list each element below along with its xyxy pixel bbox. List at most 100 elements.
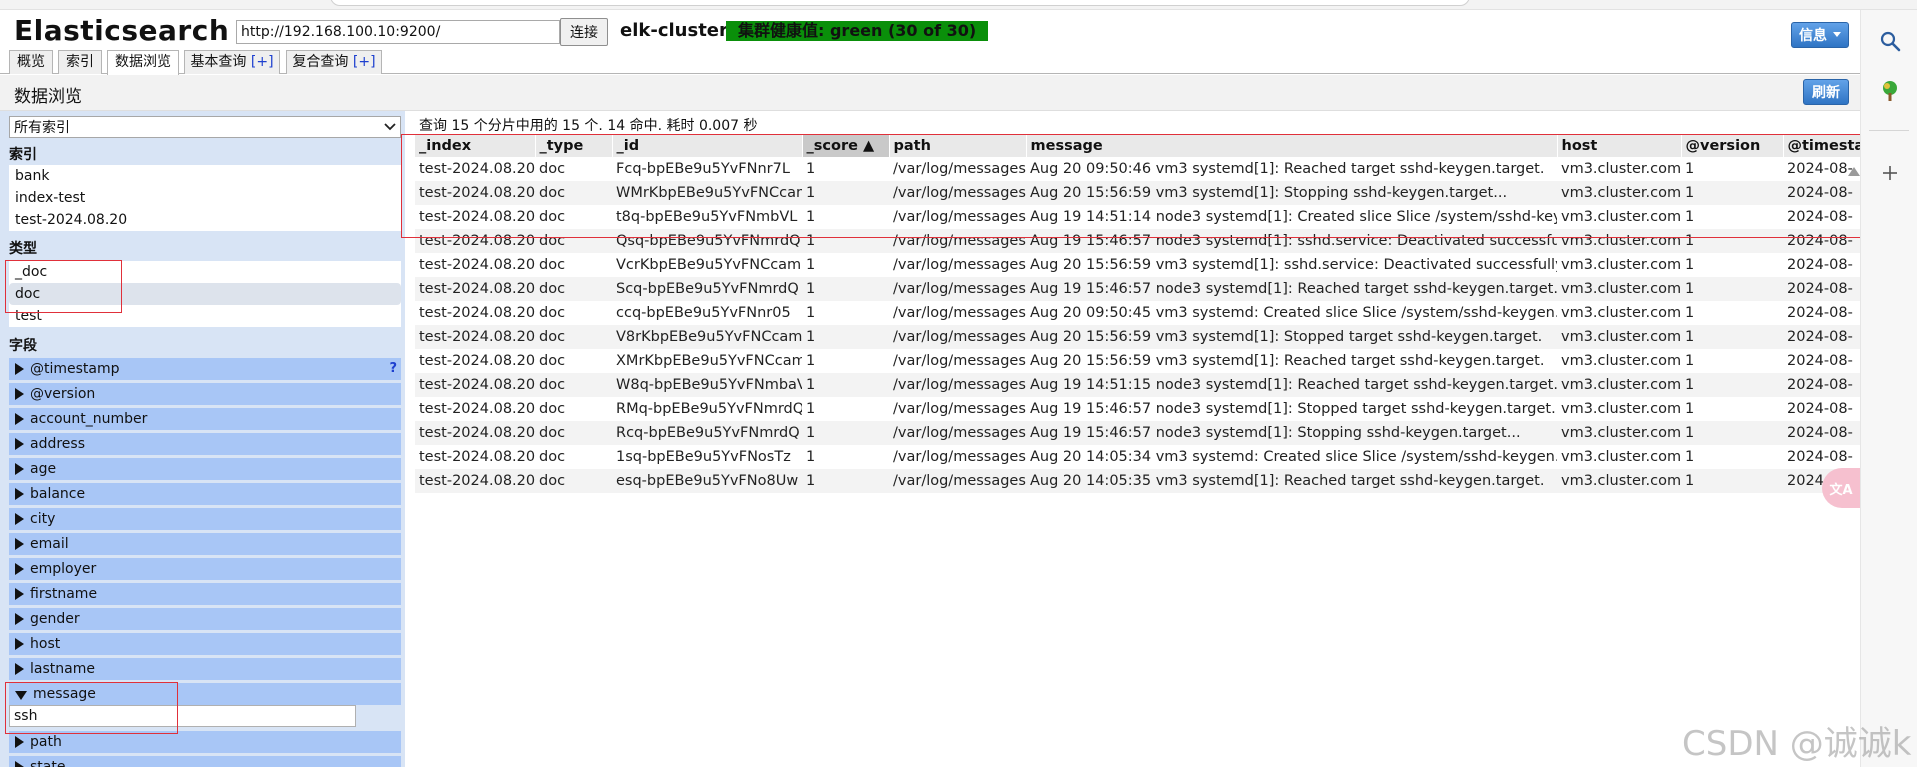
field-label: firstname xyxy=(30,586,98,602)
table-row[interactable]: test-2024.08.20 doc VcrKbpEBe9u5YvFNCcam 1/… xyxy=(415,253,1865,277)
column-header-index[interactable]: _index xyxy=(415,135,536,157)
table-row[interactable]: test-2024.08.20 doc Scq-bpEBe9u5YvFNmrdQ 1/… xyxy=(415,277,1865,301)
index-item[interactable]: test-2024.08.20 xyxy=(9,209,401,231)
tab-browser[interactable]: 数据浏览 xyxy=(107,50,179,75)
cell-message: Aug 19 15:46:57 node3 systemd[1]: Reache… xyxy=(1026,277,1557,301)
table-row[interactable]: test-2024.08.20 doc 1sq-bpEBe9u5YvFNosTz 1 /… xyxy=(415,445,1865,469)
cluster-health-badge: 集群健康值: green (30 of 30) xyxy=(726,21,989,41)
cell-version: 1 xyxy=(1681,277,1783,301)
cell-version: 1 xyxy=(1685,353,1695,369)
field-item[interactable]: employer xyxy=(9,558,401,580)
field-item[interactable]: @timestamp? xyxy=(9,358,401,380)
info-button[interactable]: 信息 xyxy=(1791,22,1849,48)
table-row[interactable]: test-2024.08.20 doc Rcq-bpEBe9u5YvFNmrdQ 1/… xyxy=(415,421,1865,445)
table-row[interactable]: test-2024.08.20 doc t8q-bpEBe9u5YvFNmbVL 1 /… xyxy=(415,205,1865,229)
field-item[interactable]: state xyxy=(9,756,401,767)
cell-timestamp: 2024-08- xyxy=(1783,325,1865,349)
table-row[interactable]: test-2024.08.20 doc RMq-bpEBe9u5YvFNmrdQ 1/… xyxy=(415,397,1865,421)
field-item[interactable]: host xyxy=(9,633,401,655)
message-filter-input[interactable] xyxy=(9,705,356,727)
collapse-arrow-icon xyxy=(15,690,27,700)
field-item[interactable]: account_number xyxy=(9,408,401,430)
type-item[interactable]: _doc xyxy=(9,261,401,283)
index-item[interactable]: bank xyxy=(9,165,401,187)
type-item[interactable]: test xyxy=(9,305,401,327)
column-header-host[interactable]: host xyxy=(1557,135,1682,157)
connect-button[interactable]: 连接 xyxy=(560,18,608,46)
field-item[interactable]: path xyxy=(9,731,401,753)
index-heading: 索引 xyxy=(9,147,37,163)
cell-timestamp: 2024-08- xyxy=(1787,401,1853,417)
tab-indices[interactable]: 索引 xyxy=(58,50,102,74)
field-item-message-open[interactable]: message xyxy=(9,683,401,705)
column-header-timestamp[interactable]: @timestamp xyxy=(1783,135,1866,157)
type-item-selected[interactable]: doc xyxy=(9,283,401,305)
cell-host: vm3.cluster.com xyxy=(1557,373,1681,397)
cell-type: doc xyxy=(535,421,612,445)
cell-id: Scq-bpEBe9u5YvFNmrdQ xyxy=(612,277,802,301)
tab-basic-query[interactable]: 基本查询 [+] xyxy=(184,50,280,74)
cell-version: 1 xyxy=(1681,181,1783,205)
column-header-type[interactable]: _type xyxy=(535,135,613,157)
tab-label: 索引 xyxy=(66,54,94,70)
search-icon[interactable] xyxy=(1877,28,1903,54)
table-row[interactable]: test-2024.08.20 doc Fcq-bpEBe9u5YvFNnr7L 1 /… xyxy=(415,157,1865,181)
cell-message: Aug 20 15:56:59 vm3 systemd[1]: Stopped … xyxy=(1026,325,1557,349)
cell-type: doc xyxy=(539,449,566,465)
column-header-score[interactable]: _score ▲ xyxy=(802,135,890,157)
field-item[interactable]: address xyxy=(9,433,401,455)
cell-message: Aug 20 09:50:45 vm3 systemd: Created sli… xyxy=(1030,305,1557,321)
cell-index: test-2024.08.20 xyxy=(415,421,535,445)
table-row[interactable]: test-2024.08.20 doc esq-bpEBe9u5YvFNo8Uw 1/… xyxy=(415,469,1865,493)
cell-host: vm3.cluster.com xyxy=(1557,277,1681,301)
field-label: age xyxy=(30,461,57,477)
field-item[interactable]: balance xyxy=(9,483,401,505)
field-heading: 字段 xyxy=(9,338,37,354)
help-icon[interactable]: ? xyxy=(389,358,397,380)
cell-version: 1 xyxy=(1681,325,1783,349)
field-item[interactable]: email xyxy=(9,533,401,555)
tab-compound-query[interactable]: 复合查询 [+] xyxy=(286,50,382,74)
field-label: state xyxy=(30,759,66,767)
column-header-message[interactable]: message xyxy=(1026,135,1558,157)
cluster-url-input[interactable] xyxy=(236,20,560,44)
field-item[interactable]: age xyxy=(9,458,401,480)
cell-id: Qsq-bpEBe9u5YvFNmrdQ xyxy=(612,229,802,253)
field-item[interactable]: @version xyxy=(9,383,401,405)
table-row[interactable]: test-2024.08.20 doc W8q-bpEBe9u5YvFNmbaV 1/… xyxy=(415,373,1865,397)
results-panel: 查询 15 个分片中用的 15 个. 14 命中. 耗时 0.007 秒 _in… xyxy=(405,111,1866,767)
translate-icon[interactable]: 文A xyxy=(1822,468,1860,508)
panel-divider xyxy=(1869,130,1909,131)
tab-overview[interactable]: 概览 xyxy=(9,50,53,74)
refresh-button[interactable]: 刷新 xyxy=(1803,79,1849,105)
table-row[interactable]: test-2024.08.20 doc XMrKbpEBe9u5YvFNCcam 1/… xyxy=(415,349,1865,373)
field-item[interactable]: city xyxy=(9,508,401,530)
table-row[interactable]: test-2024.08.20 doc ccq-bpEBe9u5YvFNnr05 1 /… xyxy=(415,301,1865,325)
cell-timestamp: 2024-08- xyxy=(1783,277,1865,301)
cell-index: test-2024.08.20 xyxy=(419,449,535,465)
cell-score: 1 xyxy=(802,277,889,301)
add-icon[interactable] xyxy=(1877,160,1903,186)
cell-message: Aug 20 15:56:59 vm3 systemd[1]: Stopping… xyxy=(1026,181,1557,205)
scroll-up-arrow-icon[interactable] xyxy=(1848,167,1860,176)
tree-icon[interactable] xyxy=(1877,78,1903,104)
column-header-path[interactable]: path xyxy=(889,135,1027,157)
table-row[interactable]: test-2024.08.20 doc V8rKbpEBe9u5YvFNCcam 1/… xyxy=(415,325,1865,349)
table-row[interactable]: test-2024.08.20 doc WMrKbpEBe9u5YvFNCcam 1/… xyxy=(415,181,1865,205)
expand-arrow-icon xyxy=(15,538,24,550)
browser-address-bar[interactable] xyxy=(330,0,1470,6)
field-item[interactable]: lastname xyxy=(9,658,401,680)
expand-arrow-icon xyxy=(15,761,24,767)
app-window: Elasticsearch 连接 elk-cluster 集群健康值: gree… xyxy=(0,0,1917,767)
cell-version: 1 xyxy=(1685,257,1695,273)
column-header-id[interactable]: _id xyxy=(612,135,803,157)
index-select[interactable]: 所有索引 xyxy=(9,116,401,138)
table-row[interactable]: test-2024.08.20 doc Qsq-bpEBe9u5YvFNmrdQ 1/… xyxy=(415,229,1865,253)
cell-host: vm3.cluster.com xyxy=(1557,421,1681,445)
column-header-version[interactable]: @version xyxy=(1681,135,1784,157)
cell-host: vm3.cluster.com xyxy=(1557,181,1681,205)
cell-index: test-2024.08.20 xyxy=(415,229,535,253)
field-item[interactable]: gender xyxy=(9,608,401,630)
index-item[interactable]: index-test xyxy=(9,187,401,209)
field-item[interactable]: firstname xyxy=(9,583,401,605)
